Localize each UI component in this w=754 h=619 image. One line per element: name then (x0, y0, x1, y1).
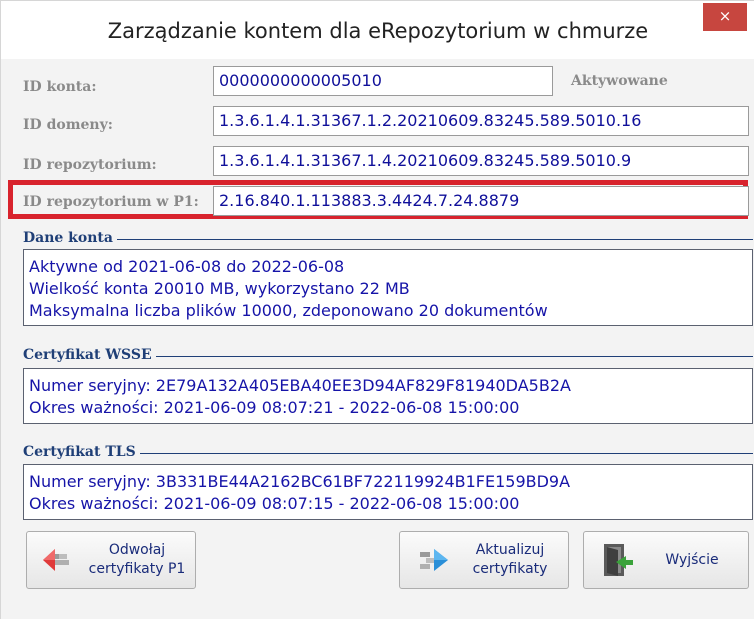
domain-id-field[interactable]: 1.3.6.1.4.1.31367.1.2.20210609.83245.589… (213, 106, 749, 136)
repository-id-label: ID repozytorium: (23, 157, 157, 173)
domain-id-label: ID domeny: (23, 117, 113, 133)
account-group-divider (23, 239, 753, 240)
revoke-arrow-icon (43, 549, 69, 571)
title-bar: Zarządzanie kontem dla eRepozytorium w c… (1, 1, 754, 59)
account-id-field[interactable]: 0000000000005010 (213, 66, 553, 96)
account-active-period: Aktywne od 2021-06-08 do 2022-06-08 (29, 257, 345, 276)
tls-certificate-box: Numer seryjny: 3B331BE44A2162BC61BF72211… (23, 464, 753, 520)
window-title: Zarządzanie kontem dla eRepozytorium w c… (107, 19, 649, 43)
close-button[interactable]: × (703, 3, 747, 31)
account-management-dialog: Zarządzanie kontem dla eRepozytorium w c… (0, 0, 754, 619)
tls-validity-period: Okres ważności: 2021-06-09 08:07:15 - 20… (29, 494, 520, 513)
exit-button-label: Wyjście (665, 551, 719, 568)
account-id-label: ID konta: (23, 79, 97, 95)
update-certificates-button[interactable]: Aktualizuj certyfikaty (399, 531, 569, 589)
activation-status: Aktywowane (571, 73, 668, 89)
update-button-label-line2: certyfikaty (472, 561, 548, 577)
revoke-button-label-line1: Odwołaj (108, 542, 166, 558)
update-arrow-icon (420, 549, 448, 571)
wsse-group-title: Certyfikat WSSE (23, 347, 156, 363)
account-group-title: Dane konta (23, 230, 117, 246)
wsse-serial-number: Numer seryjny: 2E79A132A405EBA40EE3D94AF… (29, 376, 571, 395)
wsse-validity-period: Okres ważności: 2021-06-09 08:07:21 - 20… (29, 398, 520, 417)
tls-serial-number: Numer seryjny: 3B331BE44A2162BC61BF72211… (29, 472, 571, 491)
p1-repository-id-label: ID repozytorium w P1: (23, 194, 199, 210)
p1-repository-id-field[interactable]: 2.16.840.1.113883.3.4424.7.24.8879 (213, 186, 749, 216)
account-size: Wielkość konta 20010 MB, wykorzystano 22… (29, 279, 410, 298)
account-details-box: Aktywne od 2021-06-08 do 2022-06-08 Wiel… (23, 249, 753, 326)
tls-group-title: Certyfikat TLS (23, 444, 140, 460)
repository-id-field[interactable]: 1.3.6.1.4.1.31367.1.4.20210609.83245.589… (213, 146, 749, 176)
revoke-button-label-line2: certyfikaty P1 (88, 561, 186, 577)
wsse-certificate-box: Numer seryjny: 2E79A132A405EBA40EE3D94AF… (23, 368, 753, 424)
exit-button[interactable]: Wyjście (583, 531, 749, 589)
exit-door-icon (604, 544, 633, 576)
update-button-label-line1: Aktualizuj (475, 542, 545, 558)
account-file-limit: Maksymalna liczba plików 10000, zdeponow… (29, 301, 548, 320)
revoke-p1-certificates-button[interactable]: Odwołaj certyfikaty P1 (26, 531, 196, 589)
